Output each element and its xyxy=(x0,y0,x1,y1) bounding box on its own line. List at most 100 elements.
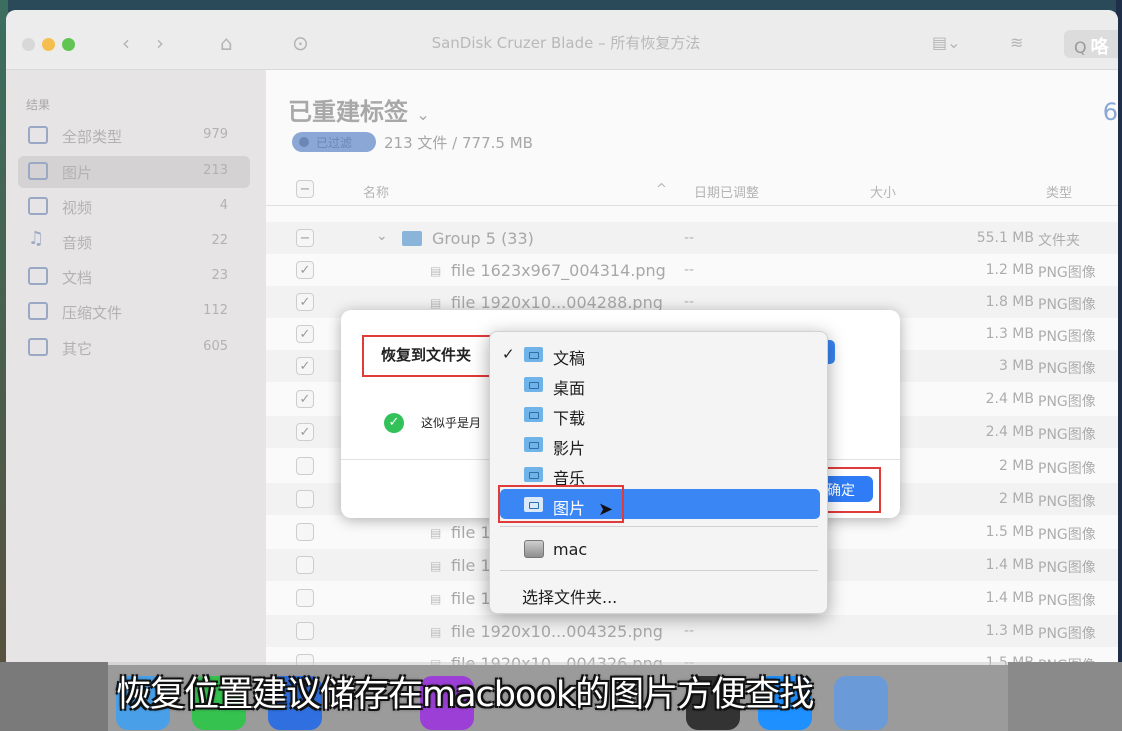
sidebar-item-label: 视频 xyxy=(62,199,93,217)
row-checkbox[interactable]: − xyxy=(296,229,314,247)
menu-item-choose-folder[interactable]: 选择文件夹... xyxy=(500,578,820,608)
sidebar-item-audio[interactable]: ♫ 音频 22 xyxy=(18,226,250,258)
row-checkbox[interactable]: ✓ xyxy=(296,261,314,279)
sidebar-heading: 结果 xyxy=(26,98,51,112)
sidebar-item-video[interactable]: 视频 4 xyxy=(18,191,250,223)
folder-icon xyxy=(524,407,543,422)
menu-item-label: 下载 xyxy=(553,409,586,428)
document-icon xyxy=(28,267,48,285)
view-options-icon[interactable]: ▤⌄ xyxy=(932,30,961,56)
png-file-icon: ▤ xyxy=(430,559,442,573)
mouse-pointer-icon: ➤ xyxy=(598,499,614,520)
sidebar-item-label: 文档 xyxy=(62,269,93,287)
folder-icon xyxy=(402,231,422,246)
video-subtitle: 恢复位置建议储存在macbook的图片方便查找 xyxy=(116,675,814,715)
row-checkbox[interactable]: ✓ xyxy=(296,293,314,311)
select-all-checkbox[interactable]: − xyxy=(296,180,314,198)
sidebar-item-count: 4 xyxy=(219,198,228,213)
sidebar: 结果 全部类型 979 图片 213 视频 4 ♫ 音频 22 文档 23 压缩… xyxy=(6,70,266,665)
chevron-down-icon[interactable]: ⌄ xyxy=(376,228,388,244)
desktop-background-bottom-right xyxy=(1008,662,1122,731)
sidebar-item-all-types[interactable]: 全部类型 979 xyxy=(18,120,250,152)
file-date: -- xyxy=(684,294,695,310)
row-checkbox[interactable]: ✓ xyxy=(296,325,314,343)
folder-icon xyxy=(524,467,543,482)
back-arrow-icon[interactable]: ‹ xyxy=(122,30,130,56)
archive-icon xyxy=(28,302,48,320)
close-window-button[interactable] xyxy=(22,38,35,51)
row-checkbox[interactable]: ✓ xyxy=(296,357,314,375)
row-checkbox[interactable] xyxy=(296,556,314,574)
row-checkbox[interactable] xyxy=(296,523,314,541)
sort-ascending-icon[interactable]: ^ xyxy=(656,182,667,197)
video-icon xyxy=(28,197,48,215)
file-type: PNG图像 xyxy=(1038,265,1096,281)
column-header-name[interactable]: 名称 xyxy=(363,182,389,201)
sidebar-item-count: 23 xyxy=(211,268,228,283)
success-check-icon: ✓ xyxy=(384,413,404,433)
sidebar-item-label: 音频 xyxy=(62,234,93,252)
table-header: − 名称 ^ 日期已调整 大小 类型 xyxy=(266,174,1118,206)
sidebar-item-count: 605 xyxy=(203,339,228,354)
column-header-size[interactable]: 大小 xyxy=(870,182,896,201)
play-circle-icon[interactable]: ⊙ xyxy=(292,30,309,56)
filter-settings-icon[interactable]: ≋ xyxy=(1010,30,1023,56)
folder-icon xyxy=(524,437,543,452)
sidebar-item-label: 压缩文件 xyxy=(62,304,123,322)
folder-icon xyxy=(524,377,543,392)
menu-item-label: 选择文件夹... xyxy=(522,588,618,607)
minimize-window-button[interactable] xyxy=(42,38,55,51)
menu-item-label: mac xyxy=(553,540,588,559)
folder-popup-menu: ✓ 文稿 桌面 下载 影片 音乐 图片 mac 选择文件夹... xyxy=(489,331,828,614)
sidebar-item-count: 112 xyxy=(203,303,228,318)
search-field[interactable]: Q咯 xyxy=(1064,30,1118,58)
table-row[interactable]: ✓ ▤ file 1623x967_004314.png -- 1.2 MB P… xyxy=(266,254,1118,286)
sidebar-item-count: 213 xyxy=(203,163,228,178)
file-name: file 1623x967_004314.png xyxy=(451,261,666,280)
forward-arrow-icon[interactable]: › xyxy=(156,30,164,56)
png-file-icon: ▤ xyxy=(430,625,442,639)
filtered-badge[interactable]: 已过滤 xyxy=(292,132,376,152)
search-field-text: 咯 xyxy=(1090,37,1109,58)
page-title[interactable]: 已重建标签 ⌄ xyxy=(288,92,430,127)
file-size: 1.8 MB xyxy=(985,294,1034,310)
menu-item-documents[interactable]: ✓ 文稿 xyxy=(500,339,820,369)
desktop-background-bottom-left xyxy=(0,662,108,731)
sidebar-item-other[interactable]: 其它 605 xyxy=(18,332,250,364)
menu-divider xyxy=(500,570,818,571)
file-size: 2 MB xyxy=(998,458,1034,474)
column-header-type[interactable]: 类型 xyxy=(1046,182,1072,201)
zoom-window-button[interactable] xyxy=(62,38,75,51)
file-date: -- xyxy=(684,623,695,639)
file-size: 1.4 MB xyxy=(985,590,1034,606)
table-row[interactable]: ▤ file 1920x10...004325.png -- 1.3 MB PN… xyxy=(266,615,1118,647)
table-row-group[interactable]: − ⌄ Group 5 (33) -- 55.1 MB 文件夹 xyxy=(266,222,1118,254)
sidebar-item-images[interactable]: 图片 213 xyxy=(18,156,250,188)
home-icon[interactable]: ⌂ xyxy=(220,30,233,56)
file-size: 1.4 MB xyxy=(985,557,1034,573)
file-size: 3 MB xyxy=(998,358,1034,374)
menu-item-mac-disk[interactable]: mac xyxy=(500,534,820,564)
row-checkbox[interactable] xyxy=(296,589,314,607)
file-size: 1.3 MB xyxy=(985,326,1034,342)
png-file-icon: ▤ xyxy=(430,592,442,606)
row-checkbox[interactable] xyxy=(296,490,314,508)
row-checkbox[interactable] xyxy=(296,457,314,475)
menu-item-movies[interactable]: 影片 xyxy=(500,429,820,459)
sidebar-item-archives[interactable]: 压缩文件 112 xyxy=(18,296,250,328)
annotation-box-label xyxy=(362,335,492,377)
file-type: PNG图像 xyxy=(1038,560,1096,576)
checkmark-icon: ✓ xyxy=(502,345,515,363)
column-header-date[interactable]: 日期已调整 xyxy=(694,182,759,201)
sidebar-item-label: 图片 xyxy=(62,164,93,182)
menu-item-downloads[interactable]: 下载 xyxy=(500,399,820,429)
file-type: PNG图像 xyxy=(1038,361,1096,377)
row-checkbox[interactable] xyxy=(296,622,314,640)
menu-item-desktop[interactable]: 桌面 xyxy=(500,369,820,399)
row-checkbox[interactable]: ✓ xyxy=(296,423,314,441)
sidebar-item-documents[interactable]: 文档 23 xyxy=(18,261,250,293)
header-right-glyph: 6 xyxy=(1102,98,1118,126)
menu-item-label: 文稿 xyxy=(553,349,586,368)
file-type: PNG图像 xyxy=(1038,461,1096,477)
row-checkbox[interactable]: ✓ xyxy=(296,390,314,408)
